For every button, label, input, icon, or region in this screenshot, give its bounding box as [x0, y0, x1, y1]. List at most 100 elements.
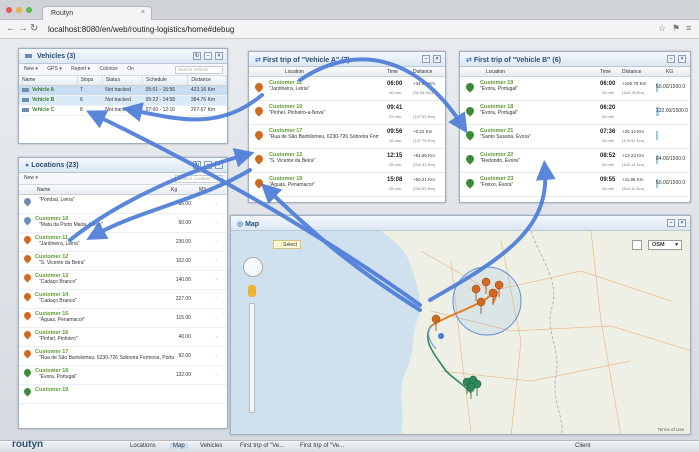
col-name[interactable]: Name — [19, 76, 78, 86]
reload-icon[interactable]: ↻ — [30, 23, 38, 34]
close-icon[interactable]: × — [678, 55, 686, 63]
list-item[interactable]: Customer 11 "Jardineira, Leiria" 230.00 - — [19, 233, 227, 252]
trip-stop-row[interactable]: Customer 12 "S. Vicente da Beira" 12:15 35 … — [249, 149, 445, 173]
col-location[interactable]: Location — [486, 69, 505, 75]
list-item[interactable]: Customer 19 — [19, 385, 227, 404]
location-kg: 132.00 — [175, 372, 191, 378]
col-stops[interactable]: Stops — [77, 76, 103, 86]
table-row[interactable]: Vehicle A 7 Not tracked 05:01 - 15:56 42… — [19, 85, 227, 96]
list-item[interactable]: Customer 13 "Cadaço Branco" 140.00 - — [19, 271, 227, 290]
minimize-icon[interactable]: – — [667, 219, 676, 227]
map-attribution[interactable]: Terms of Use — [657, 427, 684, 432]
taskbar-locations[interactable]: Locations — [130, 443, 156, 449]
refresh-icon[interactable]: ↻ — [193, 52, 202, 60]
pegman-icon[interactable] — [248, 285, 256, 297]
map-canvas[interactable]: ⬚ Select OSM ▾ Terms of Use — [231, 231, 690, 434]
col-location[interactable]: Location — [285, 69, 304, 75]
location-address: "Pinhel, Pinheiro" — [39, 336, 78, 342]
list-item[interactable]: Customer 12 "S. Vicente da Beira" 102.00 - — [19, 252, 227, 271]
list-item[interactable]: Customer 18 "Évora, Portugal" 132.00 - — [19, 366, 227, 385]
trip-stop-row[interactable]: Customer 15 "Águas, Penamacor" 15:08 35 min… — [249, 173, 445, 197]
vehicle-search-input[interactable]: Search Vehicle — [175, 66, 223, 74]
taskbar-client[interactable]: Client — [575, 443, 590, 449]
col-distance[interactable]: Distance — [413, 69, 432, 75]
minimize-icon[interactable]: – — [422, 55, 431, 63]
close-icon[interactable]: × — [141, 9, 145, 16]
trip-stop-row[interactable]: Customer 17 "Rua de São Bartolomeu, 6230-… — [249, 125, 445, 149]
pan-control[interactable] — [243, 257, 263, 277]
maximize-window-button[interactable] — [26, 7, 32, 13]
locations-toolbar: New ▾ Search Location — [19, 173, 227, 185]
close-icon[interactable]: × — [215, 52, 223, 60]
stop-duration: 26 min — [389, 138, 402, 143]
list-item[interactable]: Customer 17 "Rua de São Bartolomeu, 6230-… — [19, 347, 227, 366]
stop-distance: +11.86 Km — [622, 177, 644, 182]
minimize-window-button[interactable] — [16, 7, 22, 13]
gps-button[interactable]: GPS ▾ — [47, 66, 61, 72]
refresh-icon[interactable]: ↻ — [193, 161, 202, 169]
col-kg[interactable]: Kg — [171, 187, 177, 193]
vehicles-panel-header: Vehicles (3) ↻ – × — [19, 49, 227, 64]
select-button[interactable]: ⬚ Select — [273, 240, 302, 249]
minimize-icon[interactable]: – — [667, 55, 676, 63]
on-toggle[interactable]: On — [127, 66, 134, 72]
list-item[interactable]: Customer 15 "Águas, Penamacor" 115.00 - — [19, 309, 227, 328]
taskbar-trip-a[interactable]: First trip of "Ve... — [240, 443, 284, 449]
list-item[interactable]: Customer 16 "Pinhel, Pinheiro" 40.00 - — [19, 328, 227, 347]
zoom-slider[interactable] — [249, 303, 255, 413]
close-window-button[interactable] — [6, 7, 12, 13]
report-button[interactable]: Report ▾ — [71, 66, 90, 72]
map-settings-icon[interactable] — [632, 240, 642, 250]
close-icon[interactable]: × — [215, 161, 223, 169]
minimize-icon[interactable]: – — [204, 52, 213, 60]
address-input[interactable]: localhost:8080/en/web/routing-logistics/… — [48, 23, 628, 36]
browser-tab[interactable]: Routyn × — [42, 6, 152, 20]
new-vehicle-button[interactable]: New ▾ — [24, 66, 38, 72]
col-time[interactable]: Time — [387, 69, 398, 75]
location-pin-icon — [22, 272, 33, 283]
col-schedule[interactable]: Schedule — [142, 76, 189, 86]
taskbar-vehicles[interactable]: Vehicles — [200, 443, 222, 449]
trip-a-list: Customer 11 "Jardineira, Leiria" 06:00 40 m… — [249, 77, 445, 197]
close-icon[interactable]: × — [678, 219, 686, 227]
col-status[interactable]: Status — [102, 76, 144, 86]
col-kg[interactable]: KG — [666, 69, 673, 75]
location-kg: 140.00 — [175, 277, 191, 283]
list-item[interactable]: "Pombal, Leiria" 86.00 - — [19, 195, 227, 214]
forward-icon[interactable]: → — [18, 23, 28, 34]
minimize-icon[interactable]: – — [204, 161, 213, 169]
route-icon: ⇄ — [255, 57, 261, 64]
menu-icon[interactable]: ≡ — [686, 23, 691, 33]
close-icon[interactable]: × — [433, 55, 441, 63]
location-search-input[interactable]: Search Location — [175, 175, 223, 183]
new-location-button[interactable]: New ▾ — [24, 175, 38, 181]
location-name: Customer 13 — [35, 273, 69, 279]
back-icon[interactable]: ← — [6, 23, 16, 34]
table-row[interactable]: Vehicle C 8 Not tracked 07:00 - 12:16 20… — [19, 105, 227, 116]
stop-distance: +0.22 Km — [413, 129, 433, 134]
colorize-button[interactable]: Colorize — [99, 66, 117, 72]
trip-stop-row[interactable]: Customer 16 "Pinhel, Pinheiro-a-Nova" 09:4… — [249, 101, 445, 125]
trip-stop-row[interactable]: Customer 19 "Évora, Portugal" 06:00 20 min +… — [460, 77, 690, 101]
layer-select[interactable]: OSM ▾ — [648, 240, 682, 250]
col-name[interactable]: Name — [37, 187, 50, 193]
location-kg: 50.00 — [178, 220, 191, 226]
location-pin-icon — [253, 81, 265, 93]
list-item[interactable]: Customer 10 "Mata da Porto Maira, Leiria"… — [19, 214, 227, 233]
trip-stop-row[interactable]: Customer 21 "Santo Susana, Évora" 07:36 30 … — [460, 125, 690, 149]
extension-icon[interactable]: ⚑ — [672, 23, 680, 34]
trip-stop-row[interactable]: Customer 11 "Jardineira, Leiria" 06:00 40 m… — [249, 77, 445, 101]
trip-a-title: First trip of "Vehicle A" (7) — [262, 57, 350, 64]
bookmark-star-icon[interactable]: ☆ — [658, 23, 666, 34]
col-distance[interactable]: Distance — [622, 69, 641, 75]
col-m3[interactable]: M3 — [199, 187, 206, 193]
col-time[interactable]: Time — [600, 69, 611, 75]
trip-stop-row[interactable]: Customer 23 "Freixo, Évora" 09:55 30 min +11… — [460, 173, 690, 197]
trip-stop-row[interactable]: Customer 18 "Évora, Portugal" 06:20 40 min 1… — [460, 101, 690, 125]
taskbar-map[interactable]: Map — [170, 443, 188, 449]
list-item[interactable]: Customer 14 "Cadaço Branco" 227.00 - — [19, 290, 227, 309]
taskbar-trip-b[interactable]: First trip of "Ve... — [300, 443, 344, 449]
col-distance[interactable]: Distance — [187, 76, 227, 86]
table-row[interactable]: Vehicle B 6 Not tracked 05:22 - 14:58 38… — [19, 95, 227, 106]
trip-stop-row[interactable]: Customer 22 "Redondo, Évora" 08:52 40 min +1… — [460, 149, 690, 173]
